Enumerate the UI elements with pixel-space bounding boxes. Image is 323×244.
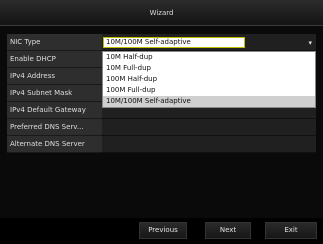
ipv4-default-gateway-label: IPv4 Default Gateway: [7, 102, 102, 119]
ipv4-subnet-mask-label: IPv4 Subnet Mask: [7, 85, 102, 102]
dropdown-option-10m-full[interactable]: 10M Full-dup: [103, 63, 315, 74]
dropdown-option-100m-full[interactable]: 100M Full-dup: [103, 85, 315, 96]
exit-button[interactable]: Exit: [265, 222, 317, 239]
previous-button[interactable]: Previous: [139, 222, 187, 239]
label-column: NIC Type Enable DHCP IPv4 Address IPv4 S…: [7, 34, 102, 153]
dropdown-option-10m-half[interactable]: 10M Half-dup: [103, 52, 315, 63]
wizard-footer: Previous Next Exit: [0, 218, 323, 244]
next-button[interactable]: Next: [205, 222, 251, 239]
nic-type-dropdown: 10M Half-dup 10M Full-dup 100M Half-dup …: [102, 51, 316, 108]
dropdown-option-self-adaptive[interactable]: 10M/100M Self-adaptive: [103, 96, 315, 107]
wizard-titlebar: Wizard: [0, 0, 323, 26]
nic-type-row: 10M/100M Self-adaptive ▾: [102, 34, 316, 51]
nic-type-select[interactable]: 10M/100M Self-adaptive: [103, 37, 245, 48]
enable-dhcp-label: Enable DHCP: [7, 51, 102, 68]
window-title: Wizard: [149, 8, 174, 17]
nic-type-label: NIC Type: [7, 34, 102, 51]
preferred-dns-field[interactable]: [102, 119, 316, 136]
chevron-down-icon[interactable]: ▾: [308, 39, 312, 47]
ipv4-address-label: IPv4 Address: [7, 68, 102, 85]
alternate-dns-label: Alternate DNS Server: [7, 136, 102, 153]
preferred-dns-label: Preferred DNS Serv...: [7, 119, 102, 136]
dropdown-option-100m-half[interactable]: 100M Half-dup: [103, 74, 315, 85]
alternate-dns-field[interactable]: [102, 136, 316, 153]
